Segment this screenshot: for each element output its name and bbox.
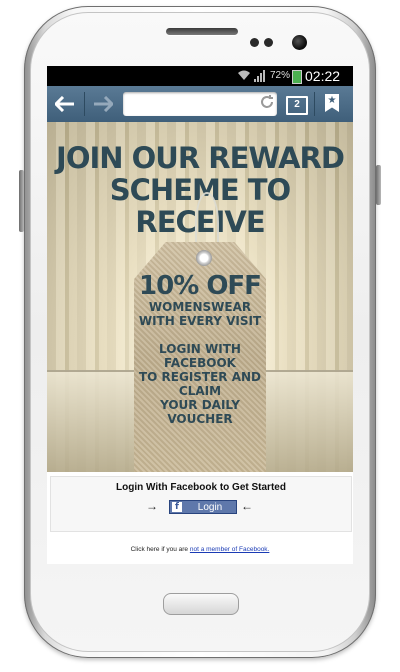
offer-line1: WOMENSWEAR (148, 300, 252, 314)
not-member-prefix: Click here if you are (130, 546, 189, 553)
url-input[interactable] (123, 92, 277, 116)
battery-icon (292, 70, 302, 84)
login-panel: Login With Facebook to Get Started → f L… (50, 476, 352, 532)
page-content: Login With Facebook to Get Started → f L… (47, 472, 353, 564)
phone-screen: 72% 02:22 2 ★ JOIN OUR REWARD SCHEME TO … (47, 66, 353, 564)
offer-amount: 10% OFF (139, 271, 262, 301)
arrow-left-icon: ← (241, 499, 253, 513)
back-arrow-icon (53, 95, 74, 113)
forward-arrow-icon (94, 95, 115, 113)
volume-key (19, 170, 24, 232)
reload-icon (261, 95, 273, 108)
toolbar-divider (314, 92, 315, 116)
offer-line2: WITH EVERY VISIT (138, 314, 262, 328)
tabs-button[interactable]: 2 (283, 93, 309, 115)
status-bar: 72% 02:22 (47, 66, 353, 86)
status-time: 02:22 (305, 68, 341, 84)
cta-line1: LOGIN WITH FACEBOOK (159, 342, 241, 370)
facebook-login-button[interactable]: f Login (169, 500, 237, 514)
power-key (376, 165, 381, 205)
tag-hole (196, 250, 212, 266)
reload-button[interactable] (257, 94, 277, 114)
cta-line2: TO REGISTER AND CLAIM (138, 370, 262, 398)
login-row: → f Login ← (51, 499, 351, 515)
tag-text: 10% OFF WOMENSWEAR WITH EVERY VISIT LOGI… (134, 272, 266, 426)
promo-banner: JOIN OUR REWARD SCHEME TO RECEIVE 10% OF… (47, 122, 353, 472)
proximity-sensor (250, 38, 259, 47)
headline-line1: JOIN OUR REWARD (56, 141, 345, 175)
earpiece-speaker (166, 28, 238, 35)
login-button-label: Login (197, 502, 223, 513)
bookmark-button[interactable]: ★ (321, 93, 343, 115)
facebook-icon: f (172, 502, 182, 512)
cta-line3: YOUR DAILY VOUCHER (160, 398, 240, 426)
tabs-icon: 2 (286, 96, 308, 115)
forward-button[interactable] (85, 86, 121, 122)
light-sensor (264, 38, 273, 47)
signal-icon (254, 70, 268, 82)
login-title: Login With Facebook to Get Started (116, 482, 286, 493)
battery-percent: 72% (270, 70, 291, 81)
not-member-text: Click here if you are not a member of Fa… (47, 546, 353, 553)
not-member-link[interactable]: not a member of Facebook. (190, 546, 270, 553)
browser-toolbar: 2 ★ (47, 86, 353, 122)
arrow-right-icon: → (146, 499, 158, 513)
star-icon: ★ (327, 95, 337, 106)
front-camera (292, 35, 307, 50)
wifi-icon (237, 69, 251, 81)
home-button[interactable] (163, 593, 239, 615)
back-button[interactable] (47, 86, 83, 122)
